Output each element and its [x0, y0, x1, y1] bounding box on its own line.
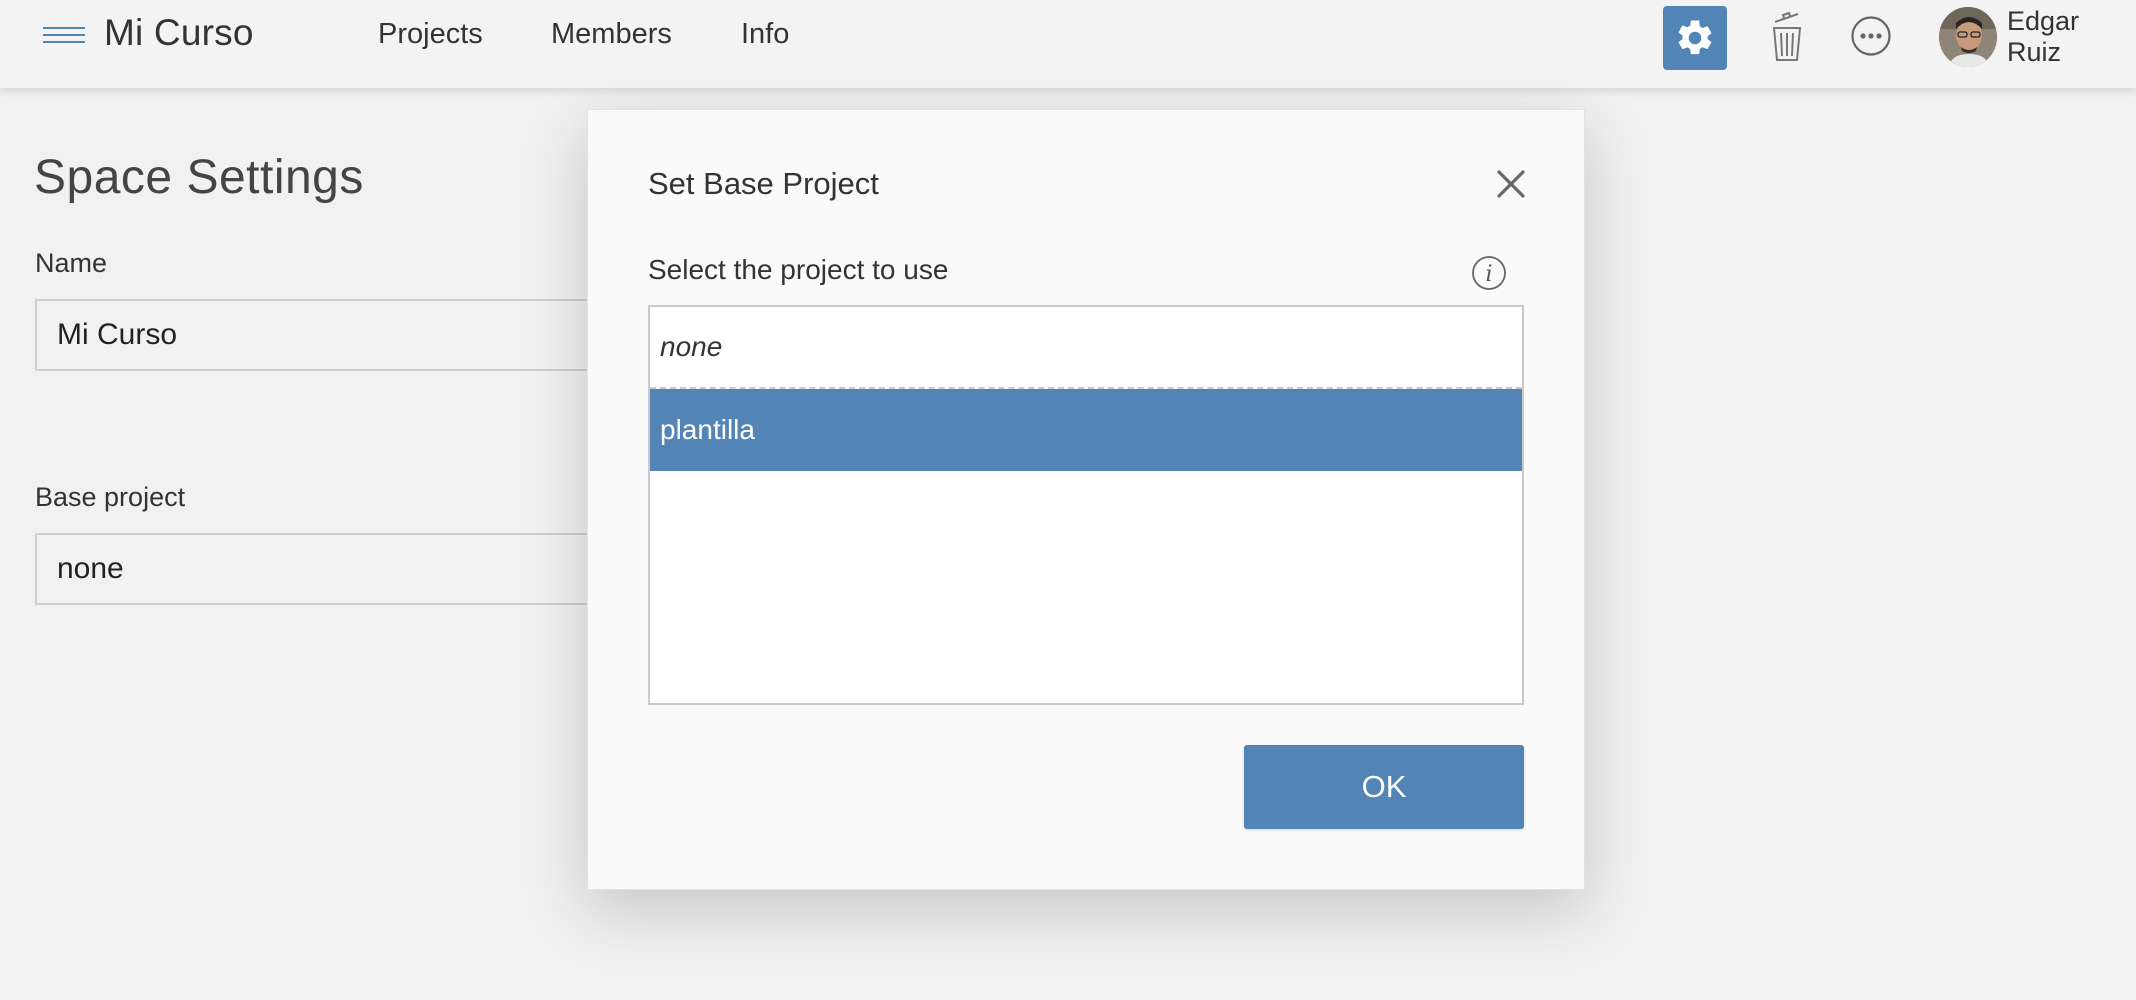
set-base-project-dialog: Set Base Project Select the project to u… [587, 109, 1585, 890]
project-option-none[interactable]: none [650, 307, 1522, 389]
more-dots-icon [1851, 16, 1891, 56]
user-name: Edgar Ruiz [2006, 6, 2080, 67]
settings-button[interactable] [1663, 6, 1727, 70]
close-button[interactable] [1494, 167, 1528, 201]
base-project-field-value: none [57, 552, 124, 585]
delete-space-button[interactable] [1765, 8, 1809, 64]
nav-info[interactable]: Info [741, 18, 789, 51]
svg-text:i: i [1485, 262, 1492, 287]
info-icon[interactable]: i [1471, 255, 1507, 291]
hamburger-menu-icon[interactable] [43, 22, 85, 48]
base-project-label: Base project [35, 482, 186, 512]
nav-projects[interactable]: Projects [378, 18, 483, 51]
close-icon [1497, 170, 1525, 198]
name-field-value: Mi Curso [57, 318, 178, 351]
project-listbox[interactable]: none plantilla [648, 305, 1524, 705]
dialog-title: Set Base Project [648, 166, 879, 201]
top-bar: Mi Curso Projects Members Info Edgar Rui… [0, 0, 2136, 88]
nav-members[interactable]: Members [551, 18, 672, 51]
gear-icon [1678, 20, 1712, 55]
avatar [1939, 7, 1997, 67]
space-title[interactable]: Mi Curso [104, 12, 254, 54]
user-menu[interactable]: Edgar Ruiz [1939, 6, 2136, 67]
project-option-plantilla[interactable]: plantilla [650, 389, 1522, 471]
trash-icon [1772, 11, 1802, 61]
more-options-button[interactable] [1850, 15, 1892, 57]
page-title: Space Settings [34, 151, 364, 204]
select-project-label: Select the project to use [648, 254, 949, 285]
ok-button[interactable]: OK [1244, 745, 1524, 829]
name-label: Name [35, 248, 108, 278]
